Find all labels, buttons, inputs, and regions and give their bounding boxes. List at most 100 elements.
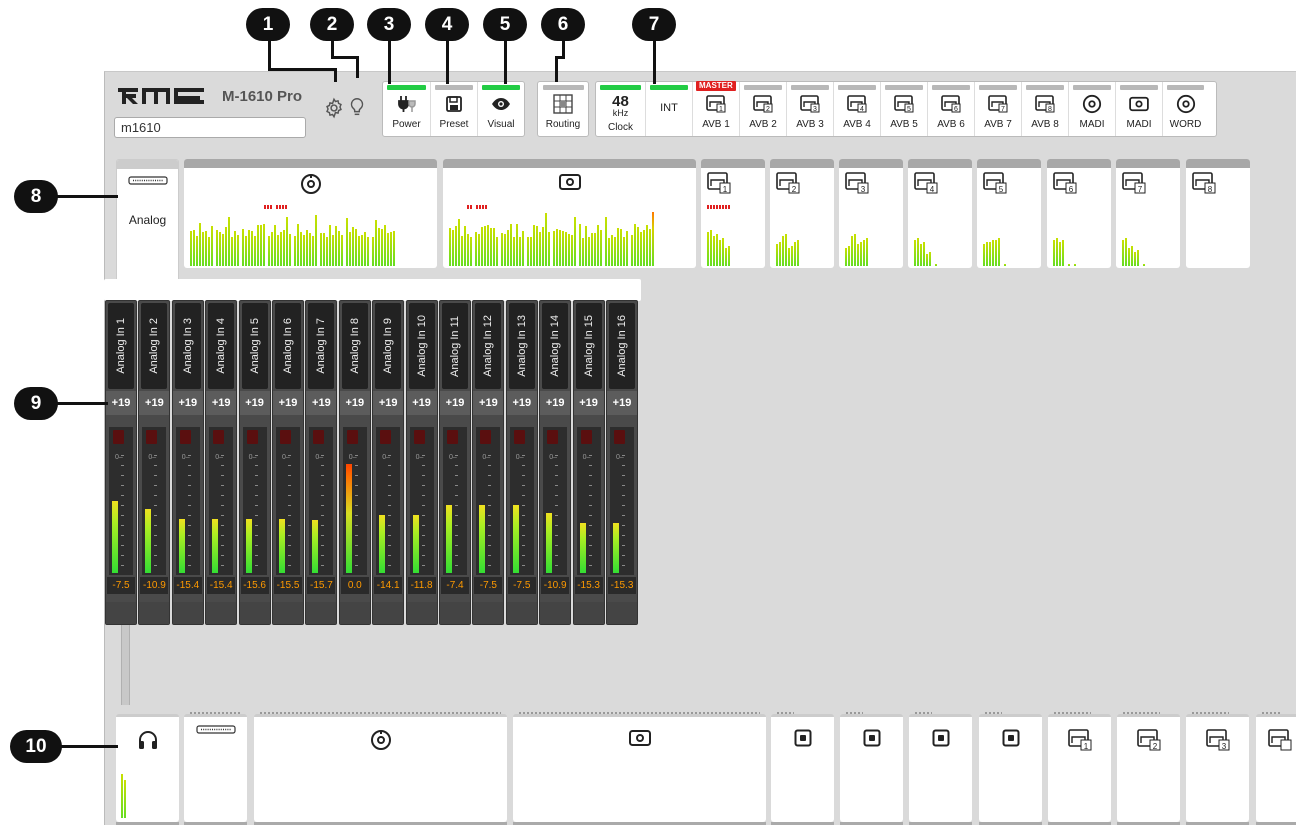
channel-strip[interactable]: Analog In 7 +19 0– -15.7 [305,300,338,625]
channel-gain[interactable]: +19 [172,391,203,415]
channel-gain[interactable]: +19 [406,391,437,415]
channel-strip[interactable]: Analog In 9 +19 0– -14.1 [372,300,405,625]
tab-output-coax-3[interactable] [909,712,972,825]
channel-gain[interactable]: +19 [206,391,237,415]
tab-avb-2[interactable]: 2 [770,159,834,268]
channel-name[interactable]: Analog In 7 [308,303,335,389]
tab-avb-topbar [977,159,1041,168]
channel-strip[interactable]: Analog In 8 +19 0– 0.0 [338,300,371,625]
tab-output-coax-4[interactable] [979,712,1042,825]
visual-button[interactable]: Visual [478,82,524,136]
sync-source-5[interactable]: 5 AVB 5 [881,82,928,136]
channel-strip[interactable]: Analog In 14 +19 0– -10.9 [539,300,572,625]
ethernet-port-icon: 6 [1053,172,1077,194]
channel-name[interactable]: Analog In 15 [575,303,602,389]
channel-name[interactable]: Analog In 16 [609,303,635,389]
channel-strip[interactable]: Analog In 12 +19 0– -7.5 [472,300,505,625]
channel-name[interactable]: Analog In 13 [508,303,535,389]
channel-strip[interactable]: Analog In 10 +19 0– -11.8 [405,300,438,625]
channel-name[interactable]: Analog In 14 [542,303,569,389]
sync-source-3[interactable]: 3 AVB 3 [787,82,834,136]
tab-output-avb-4[interactable] [1256,712,1296,825]
sync-source-4[interactable]: 4 AVB 4 [834,82,881,136]
sync-source-9[interactable]: MADI [1069,82,1116,136]
channel-gain[interactable]: +19 [540,391,571,415]
power-button[interactable]: Power [383,82,431,136]
meter-bar [530,237,532,266]
channel-name[interactable]: Analog In 5 [241,303,268,389]
channel-name[interactable]: Analog In 10 [408,303,435,389]
channel-strip[interactable]: Analog In 4 +19 0– -15.4 [205,300,238,625]
tab-analog[interactable]: Analog [116,159,179,286]
channel-name[interactable]: Analog In 11 [442,303,468,389]
channel-name[interactable]: Analog In 4 [208,303,235,389]
routing-button[interactable]: Routing [538,82,588,136]
channel-gain[interactable]: +19 [306,391,337,415]
channel-strip[interactable]: Analog In 6 +19 0– -15.5 [272,300,304,625]
tab-analog-out[interactable] [184,712,247,825]
channel-gain[interactable]: +19 [607,391,637,415]
channel-gain[interactable]: +19 [573,391,604,415]
clock-button[interactable]: 48 kHz Clock [596,82,646,136]
tab-avb-8[interactable]: 8 [1186,159,1250,268]
channel-gain[interactable]: +19 [506,391,537,415]
channel-name[interactable]: Analog In 2 [141,303,168,389]
sync-source-8[interactable]: 8 AVB 8 [1022,82,1069,136]
tab-phones[interactable] [116,714,179,825]
channel-strip[interactable]: Analog In 5 +19 0– -15.6 [238,300,271,625]
channel-name[interactable]: Analog In 12 [475,303,502,389]
sync-source-10[interactable]: MADI [1116,82,1163,136]
channel-gain[interactable]: +19 [440,391,470,415]
device-name-field[interactable]: m1610 [114,117,306,138]
channel-strip[interactable]: Analog In 1 +19 0– -7.5 [105,300,137,625]
meter-bar [728,246,730,266]
channel-gain[interactable]: +19 [339,391,370,415]
sync-source-7[interactable]: 7 AVB 7 [975,82,1022,136]
channel-name[interactable]: Analog In 6 [275,303,301,389]
tab-avb-5[interactable]: 5 [977,159,1041,268]
tab-output-coax-2[interactable] [840,712,903,825]
vertical-scrollbar[interactable] [121,625,130,705]
channel-strip[interactable]: Analog In 16 +19 0– -15.3 [606,300,638,625]
channel-name[interactable]: Analog In 8 [341,303,368,389]
channel-gain[interactable]: +19 [139,391,170,415]
channel-gain[interactable]: +19 [473,391,504,415]
tab-output-avb-1[interactable]: 1 [1048,712,1111,825]
channel-strip[interactable]: Analog In 15 +19 0– -15.3 [572,300,605,625]
channel-gain[interactable]: +19 [273,391,303,415]
int-button[interactable]: INT [646,82,693,136]
tab-avb-7[interactable]: 7 [1116,159,1180,268]
meter-bar [271,232,273,266]
tab-madi-optical[interactable] [184,159,437,268]
tab-avb-1[interactable]: 1 [701,159,765,268]
preset-button[interactable]: Preset [431,82,478,136]
tab-avb-6[interactable]: 6 [1047,159,1111,268]
channel-gain[interactable]: +19 [106,391,136,415]
gear-icon[interactable] [323,97,345,119]
sync-source-2[interactable]: 2 AVB 2 [740,82,787,136]
channel-strip[interactable]: Analog In 13 +19 0– -7.5 [505,300,538,625]
tab-avb-4[interactable]: 4 [908,159,972,268]
tab-avb-3[interactable]: 3 [839,159,903,268]
channel-strip[interactable]: Analog In 3 +19 0– -15.4 [171,300,204,625]
sync-source-11[interactable]: WORD [1163,82,1208,136]
meter-bar [1056,238,1058,266]
tab-output-avb-3[interactable]: 3 [1186,712,1249,825]
channel-footer [306,602,337,624]
tab-madi-coax[interactable] [443,159,696,268]
meter-bar [378,228,380,266]
lightbulb-icon[interactable] [346,96,368,118]
channel-name[interactable]: Analog In 9 [375,303,402,389]
channel-gain[interactable]: +19 [373,391,404,415]
tab-output-coax-1[interactable] [771,712,834,825]
tab-madi-optical-out[interactable] [254,712,507,825]
tab-madi-coax-out[interactable] [513,712,766,825]
tab-output-avb-2[interactable]: 2 [1117,712,1180,825]
channel-gain[interactable]: +19 [239,391,270,415]
channel-strip[interactable]: Analog In 11 +19 0– -7.4 [439,300,471,625]
sync-source-6[interactable]: 6 AVB 6 [928,82,975,136]
channel-name[interactable]: Analog In 3 [174,303,201,389]
channel-strip[interactable]: Analog In 2 +19 0– -10.9 [138,300,171,625]
sync-source-1[interactable]: MASTER 1 AVB 1 [693,81,740,136]
channel-name[interactable]: Analog In 1 [108,303,134,389]
